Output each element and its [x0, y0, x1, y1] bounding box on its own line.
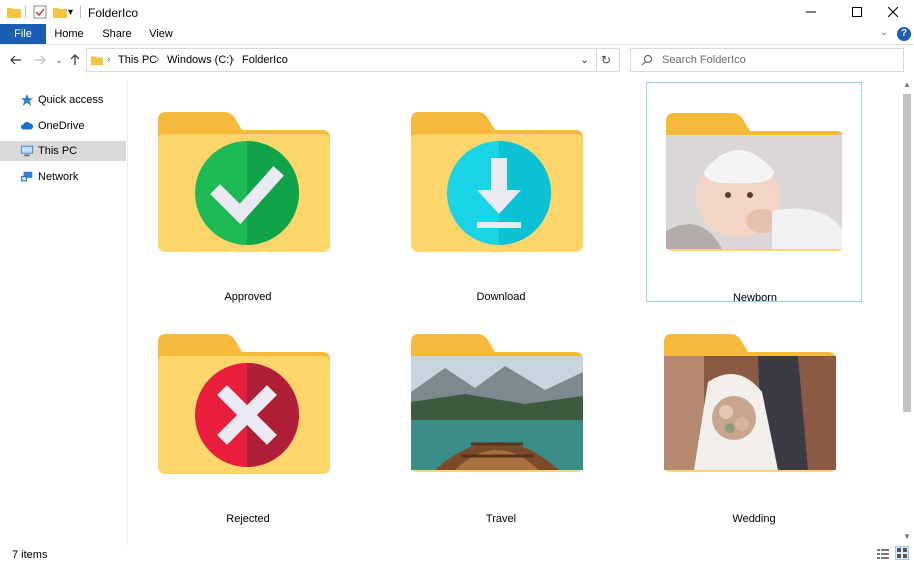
address-divider [596, 48, 597, 72]
properties-icon[interactable] [32, 4, 48, 20]
breadcrumb-separator-icon: › [107, 54, 111, 65]
minimize-button[interactable] [788, 0, 834, 24]
vertical-scrollbar[interactable]: ▲ ▼ [900, 80, 914, 546]
breadcrumb-separator-icon: › [156, 54, 160, 65]
refresh-icon[interactable]: ↻ [601, 53, 611, 67]
folder-item-download[interactable]: Download [393, 82, 609, 303]
nav-item-quick-access[interactable]: Quick access [0, 90, 126, 110]
network-icon [20, 171, 33, 182]
maximize-icon [852, 7, 862, 17]
folder-label: Download [476, 291, 526, 303]
folder-item-approved[interactable]: Approved [140, 82, 356, 303]
folder-icon [90, 56, 104, 66]
scroll-down-icon[interactable]: ▼ [903, 532, 911, 541]
rejected-folder-icon [158, 334, 330, 474]
customize-quick-access-icon[interactable]: ▾ [68, 7, 73, 18]
folder-item-wedding[interactable]: Wedding [646, 304, 862, 525]
nav-item-this-pc[interactable]: This PC [0, 141, 126, 161]
close-icon [888, 7, 898, 17]
download-folder-icon [411, 112, 583, 252]
tab-file[interactable]: File [0, 24, 46, 44]
folder-icon [7, 8, 21, 18]
nav-item-label: Quick access [38, 94, 104, 106]
folder-label: Wedding [732, 513, 776, 525]
tab-view[interactable]: View [146, 24, 176, 44]
cloud-icon [20, 121, 34, 130]
breadcrumb-this-pc[interactable]: This PC [118, 54, 157, 66]
computer-icon [20, 145, 34, 157]
nav-item-label: OneDrive [38, 120, 85, 132]
folder-item-newborn[interactable]: Newborn [646, 82, 862, 304]
nav-item-label: This PC [38, 145, 78, 157]
travel-photo-folder-icon [411, 334, 583, 472]
tab-share[interactable]: Share [98, 24, 136, 44]
window-title: FolderIco [88, 6, 139, 20]
scroll-up-icon[interactable]: ▲ [903, 80, 911, 89]
up-button[interactable] [67, 52, 83, 68]
ribbon [0, 24, 914, 45]
breadcrumb-foldericon[interactable]: FolderIco [242, 54, 288, 66]
forward-button[interactable] [32, 52, 48, 68]
nav-item-onedrive[interactable]: OneDrive [0, 116, 126, 136]
title-separator [80, 6, 81, 18]
approved-folder-icon [158, 112, 330, 252]
folder-item-rejected[interactable]: Rejected [140, 304, 356, 525]
scrollbar-thumb[interactable] [903, 94, 911, 412]
newborn-photo-folder-icon [666, 113, 842, 251]
arrow-right-icon [35, 55, 46, 65]
search-input[interactable]: Search FolderIco [662, 54, 746, 66]
back-button[interactable] [8, 52, 24, 68]
nav-item-label: Network [38, 171, 79, 183]
nav-item-network[interactable]: Network [0, 167, 126, 187]
wedding-photo-folder-icon [664, 334, 836, 472]
close-button[interactable] [870, 0, 914, 24]
status-item-count: 7 items [12, 549, 48, 561]
folder-label: Travel [485, 513, 517, 525]
folder-label: Approved [224, 291, 272, 303]
folder-label: Newborn [732, 292, 778, 304]
new-folder-icon[interactable] [52, 4, 68, 20]
minimize-icon [806, 11, 816, 13]
folder-item-travel[interactable]: Travel [393, 304, 609, 525]
help-icon[interactable]: ? [897, 27, 911, 41]
address-dropdown-icon[interactable]: ⌄ [580, 53, 589, 66]
arrow-up-icon [70, 54, 80, 65]
folder-label: Rejected [226, 513, 270, 525]
recent-locations-button[interactable]: ⌄ [51, 52, 67, 68]
title-separator [25, 6, 26, 18]
breadcrumb-separator-icon: › [231, 54, 235, 65]
details-view-icon[interactable] [877, 548, 889, 560]
breadcrumb-windows-c[interactable]: Windows (C:) [167, 54, 233, 66]
expand-ribbon-icon[interactable]: ⌄ [880, 27, 888, 38]
large-icons-view-icon[interactable] [895, 546, 909, 560]
tab-home[interactable]: Home [52, 24, 86, 44]
star-icon [20, 93, 34, 107]
arrow-left-icon [10, 55, 21, 65]
search-icon [641, 55, 652, 66]
